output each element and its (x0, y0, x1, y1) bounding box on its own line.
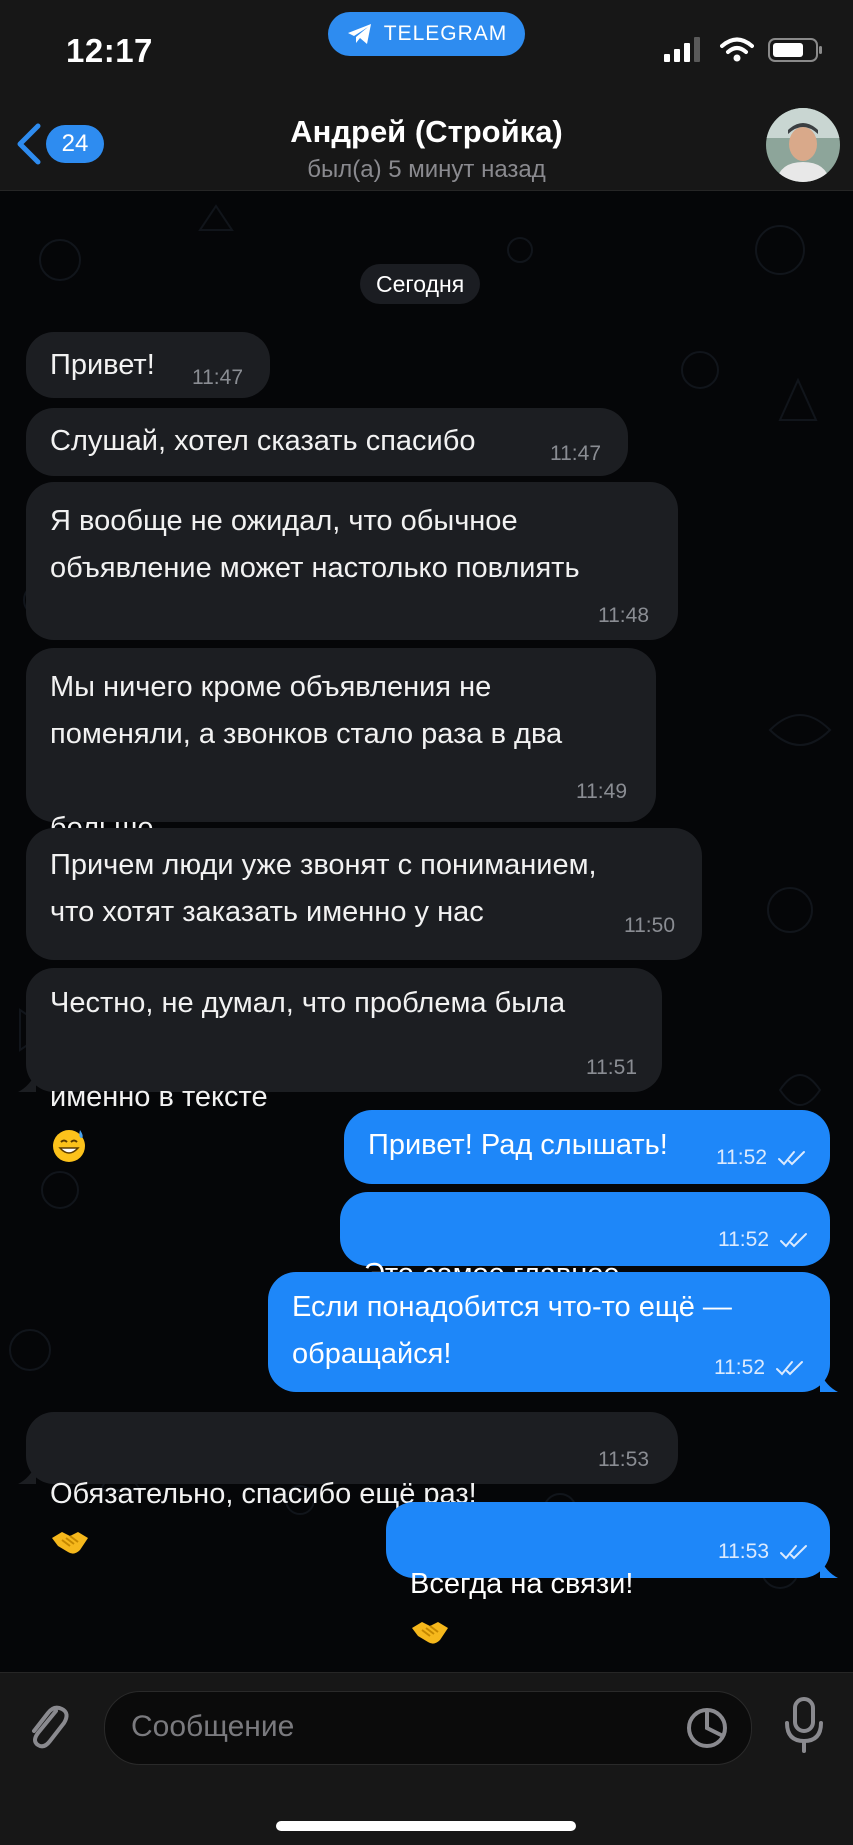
message-text-line: Если понадобится что-то ещё — (292, 1291, 732, 1323)
message-text-line: Я вообще не ожидал, что обычное (50, 505, 518, 537)
message-outgoing[interactable]: Это самое главное 11:52 (340, 1192, 830, 1337)
message-incoming[interactable]: Причем люди уже звонят с пониманием, что… (26, 828, 702, 960)
avatar-photo (766, 108, 840, 182)
message-incoming[interactable]: Слушай, хотел сказать спасибо 11:47 (26, 408, 628, 476)
telegram-plane-icon (347, 24, 371, 44)
message-text-line: поменяли, а звонков стало раза в два (50, 718, 563, 750)
message-time: 11:48 (598, 604, 649, 627)
message-outgoing[interactable]: Привет! Рад слышать! 11:52 (344, 1110, 830, 1184)
message-time: 11:51 (586, 1056, 637, 1079)
handshake-emoji-icon (52, 1532, 88, 1554)
attach-button[interactable] (24, 1697, 72, 1762)
status-icons (664, 36, 824, 64)
message-input[interactable]: Сообщение (104, 1691, 752, 1765)
home-indicator (276, 1821, 576, 1831)
chat-header: 24 Андрей (Стройка) был(а) 5 минут назад (0, 100, 853, 191)
message-text-line: Честно, не думал, что проблема была (50, 987, 566, 1019)
message-time: 11:52 (714, 1356, 765, 1379)
telegram-pill-label: TELEGRAM (383, 22, 508, 45)
double-check-icon (779, 1233, 807, 1248)
message-incoming[interactable]: Привет! 11:47 (26, 332, 270, 398)
contact-name[interactable]: Андрей (Стройка) (0, 114, 853, 150)
paperclip-icon (32, 1705, 69, 1749)
handshake-emoji-icon (412, 1622, 448, 1644)
message-text-line: именно в тексте (50, 1081, 268, 1113)
message-outgoing[interactable]: Всегда на связи! 11:53 (386, 1502, 838, 1644)
status-time: 12:17 (66, 32, 153, 69)
bubble-tail (18, 1072, 36, 1092)
message-time: 11:47 (550, 442, 601, 465)
message-text-line: объявление может настолько повлиять (50, 552, 580, 584)
message-text: Привет! (50, 349, 155, 381)
voice-record-button[interactable] (782, 1695, 826, 1760)
message-time: 11:52 (716, 1146, 767, 1169)
message-incoming[interactable]: Я вообще не ожидал, что обычное объявлен… (26, 482, 678, 640)
message-composer: Сообщение (0, 1672, 853, 1845)
message-time: 11:52 (718, 1228, 769, 1251)
telegram-app-pill[interactable]: TELEGRAM (328, 12, 525, 56)
double-check-icon (775, 1361, 803, 1376)
message-text: Слушай, хотел сказать спасибо (50, 425, 476, 457)
message-incoming[interactable]: Обязательно, спасибо ещё раз! 11:53 (18, 1412, 678, 1554)
sticker-button[interactable] (685, 1706, 729, 1755)
message-time: 11:53 (598, 1448, 649, 1471)
message-text-line: обращайся! (292, 1338, 452, 1370)
double-check-icon (779, 1545, 807, 1560)
status-bar: 12:17 TELEGRAM (0, 0, 853, 100)
message-time: 11:50 (624, 914, 675, 937)
cellular-signal-icon (664, 37, 700, 62)
sweat-smile-emoji-icon (53, 1130, 85, 1163)
message-incoming[interactable]: Честно, не думал, что проблема была имен… (18, 968, 662, 1163)
message-text: Привет! Рад слышать! (368, 1129, 668, 1161)
message-time: 11:53 (718, 1540, 769, 1563)
date-separator: Сегодня (360, 264, 481, 304)
message-input-placeholder: Сообщение (131, 1710, 295, 1743)
message-text-line: Мы ничего кроме объявления не (50, 671, 492, 703)
message-time: 11:47 (192, 366, 243, 389)
bubble-tail (820, 1372, 838, 1392)
contact-avatar[interactable] (766, 108, 840, 182)
message-incoming[interactable]: Мы ничего кроме объявления не поменяли, … (26, 648, 656, 894)
last-seen-status: был(а) 5 минут назад (307, 156, 546, 183)
double-check-icon (777, 1151, 805, 1166)
battery-icon (768, 38, 822, 62)
sticker-icon (687, 1708, 727, 1748)
bubble-tail (18, 1464, 36, 1484)
microphone-icon (785, 1697, 823, 1753)
bubble-tail (820, 1558, 838, 1578)
wifi-icon (720, 37, 754, 62)
message-text-line: что хотят заказать именно у нас (50, 896, 484, 928)
message-text: Всегда на связи! (410, 1568, 634, 1600)
message-text-line: Причем люди уже звонят с пониманием, (50, 849, 597, 881)
message-outgoing[interactable]: Если понадобится что-то ещё — обращайся!… (268, 1272, 838, 1392)
message-time: 11:49 (576, 780, 627, 803)
